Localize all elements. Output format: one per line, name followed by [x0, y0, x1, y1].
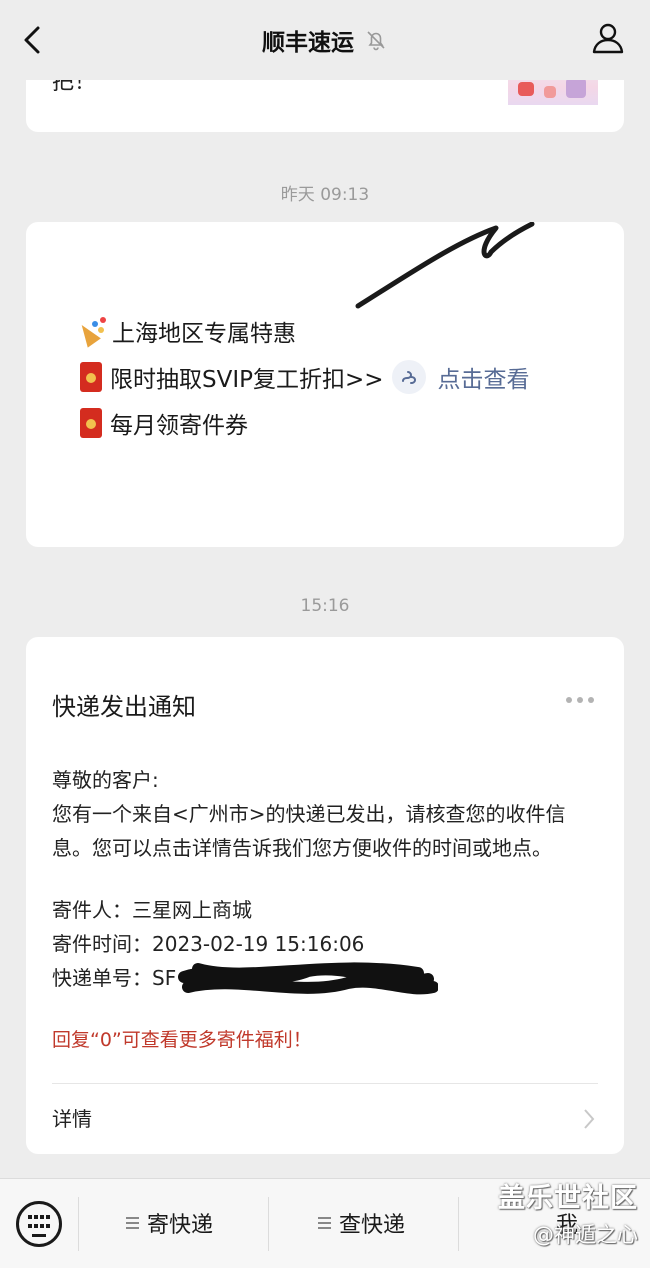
details-link[interactable]: 详情 — [52, 1103, 92, 1132]
reply-hint: 回复“0”可查看更多寄件福利！ — [52, 1029, 312, 1051]
notice-title: 快递发出通知 — [52, 693, 196, 721]
more-options-icon[interactable] — [566, 697, 594, 703]
redaction-scribble — [178, 962, 438, 995]
menu-separator — [78, 1197, 79, 1251]
promo-line-3: 每月领寄件券 — [78, 406, 248, 440]
mini-program-link-icon[interactable] — [391, 360, 426, 394]
scribble-mark — [355, 222, 535, 309]
menu-track-express[interactable]: 查快递 — [318, 1207, 405, 1239]
red-envelope-icon — [80, 408, 102, 438]
divider — [52, 1083, 598, 1084]
red-envelope-icon — [80, 362, 102, 392]
watermark-line-2: @神遁之心 — [533, 1223, 638, 1247]
menu-separator — [268, 1197, 269, 1251]
promo-line-1-text: 上海地区专属特惠 — [112, 321, 296, 347]
notice-greeting: 尊敬的客户: — [52, 768, 159, 792]
message-timestamp: 昨天 09:13 — [280, 185, 370, 205]
chevron-left-icon[interactable] — [14, 20, 54, 60]
menu-list-icon — [126, 1217, 139, 1229]
message-timestamp: 15:16 — [300, 596, 350, 616]
chevron-right-icon[interactable] — [582, 1107, 596, 1131]
chat-title: 顺丰速运 — [262, 30, 354, 56]
menu-send-express[interactable]: 寄快递 — [126, 1207, 213, 1239]
user-icon[interactable] — [588, 18, 628, 58]
promo-line-3-text: 每月领寄件券 — [110, 413, 248, 439]
promo-message-card[interactable]: 上海地区专属特惠 限时抽取SVIP复工折扣>> 点击查看 每月领寄件券 — [26, 222, 624, 547]
view-link[interactable]: 点击查看 — [438, 360, 530, 394]
bell-off-icon — [367, 31, 385, 51]
menu-separator — [458, 1197, 459, 1251]
promo-line-2: 限时抽取SVIP复工折扣>> 点击查看 — [78, 360, 530, 394]
chat-header: 顺丰速运 — [0, 0, 650, 80]
shipping-notice-card[interactable]: 快递发出通知 尊敬的客户: 您有一个来自<广州市>的快递已发出，请核查您的收件信… — [26, 637, 624, 1154]
menu-track-express-label: 查快递 — [339, 1213, 406, 1238]
promo-line-1: 上海地区专属特惠 — [78, 314, 296, 348]
notice-tracking-number: 快递单号：SF — [52, 966, 177, 990]
menu-send-express-label: 寄快递 — [147, 1213, 214, 1238]
notice-send-time: 寄件时间：2023-02-19 15:16:06 — [52, 932, 365, 956]
title-wrap: 顺丰速运 — [262, 23, 388, 57]
community-watermark: 盖乐世社区 @神遁之心 — [498, 1176, 638, 1249]
promo-line-2-text: 限时抽取SVIP复工折扣>> — [110, 367, 384, 393]
party-popper-icon — [78, 317, 106, 345]
watermark-line-1: 盖乐世社区 — [498, 1183, 638, 1214]
keyboard-icon[interactable] — [16, 1201, 62, 1247]
menu-list-icon — [318, 1217, 331, 1229]
notice-body-line-1: 您有一个来自<广州市>的快递已发出，请核查您的收件信 — [52, 802, 566, 826]
notice-sender: 寄件人：三星网上商城 — [52, 898, 252, 922]
notice-body-line-2: 息。您可以点击详情告诉我们您方便收件的时间或地点。 — [52, 836, 552, 860]
